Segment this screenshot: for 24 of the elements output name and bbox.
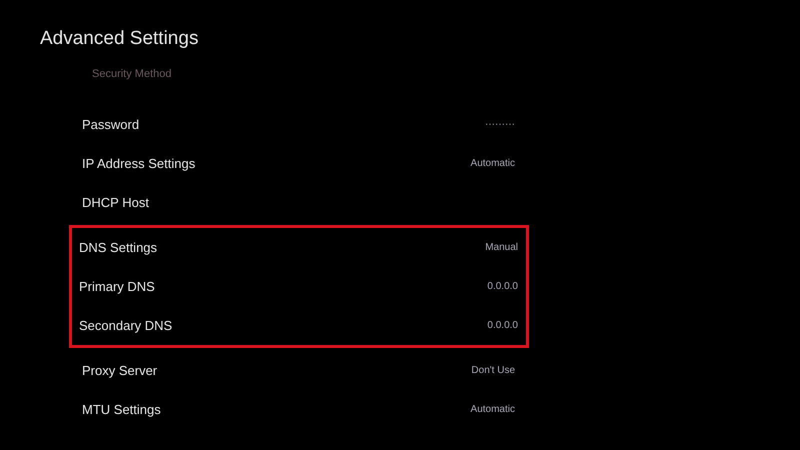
setting-label: Secondary DNS <box>79 318 172 333</box>
setting-label: DNS Settings <box>79 240 158 255</box>
setting-label: DHCP Host <box>82 195 149 210</box>
settings-row[interactable]: DHCP Host <box>75 183 523 222</box>
setting-value: Automatic <box>470 404 515 415</box>
settings-row[interactable]: MTU Settings Automatic <box>75 390 523 429</box>
setting-value: 0.0.0.0 <box>487 320 518 331</box>
settings-row[interactable]: Primary DNS 0.0.0.0 <box>72 267 526 306</box>
setting-value: ········· <box>485 119 515 130</box>
setting-value: Automatic <box>470 158 515 169</box>
settings-row[interactable]: Proxy Server Don't Use <box>75 351 523 390</box>
setting-label: Proxy Server <box>82 363 158 378</box>
setting-label: Primary DNS <box>79 279 155 294</box>
settings-row[interactable]: Secondary DNS 0.0.0.0 <box>72 306 526 345</box>
settings-row[interactable]: IP Address Settings Automatic <box>75 144 523 183</box>
setting-label: MTU Settings <box>82 402 161 417</box>
setting-value: Don't Use <box>471 365 515 376</box>
page-title: Advanced Settings <box>40 28 200 50</box>
settings-row[interactable]: Password ········· <box>75 105 523 144</box>
setting-value: Manual <box>485 242 518 253</box>
setting-label: IP Address Settings <box>82 156 196 171</box>
setting-label: Password <box>82 117 140 132</box>
settings-row[interactable]: DNS Settings Manual <box>72 228 526 267</box>
setting-value: 0.0.0.0 <box>487 281 518 292</box>
